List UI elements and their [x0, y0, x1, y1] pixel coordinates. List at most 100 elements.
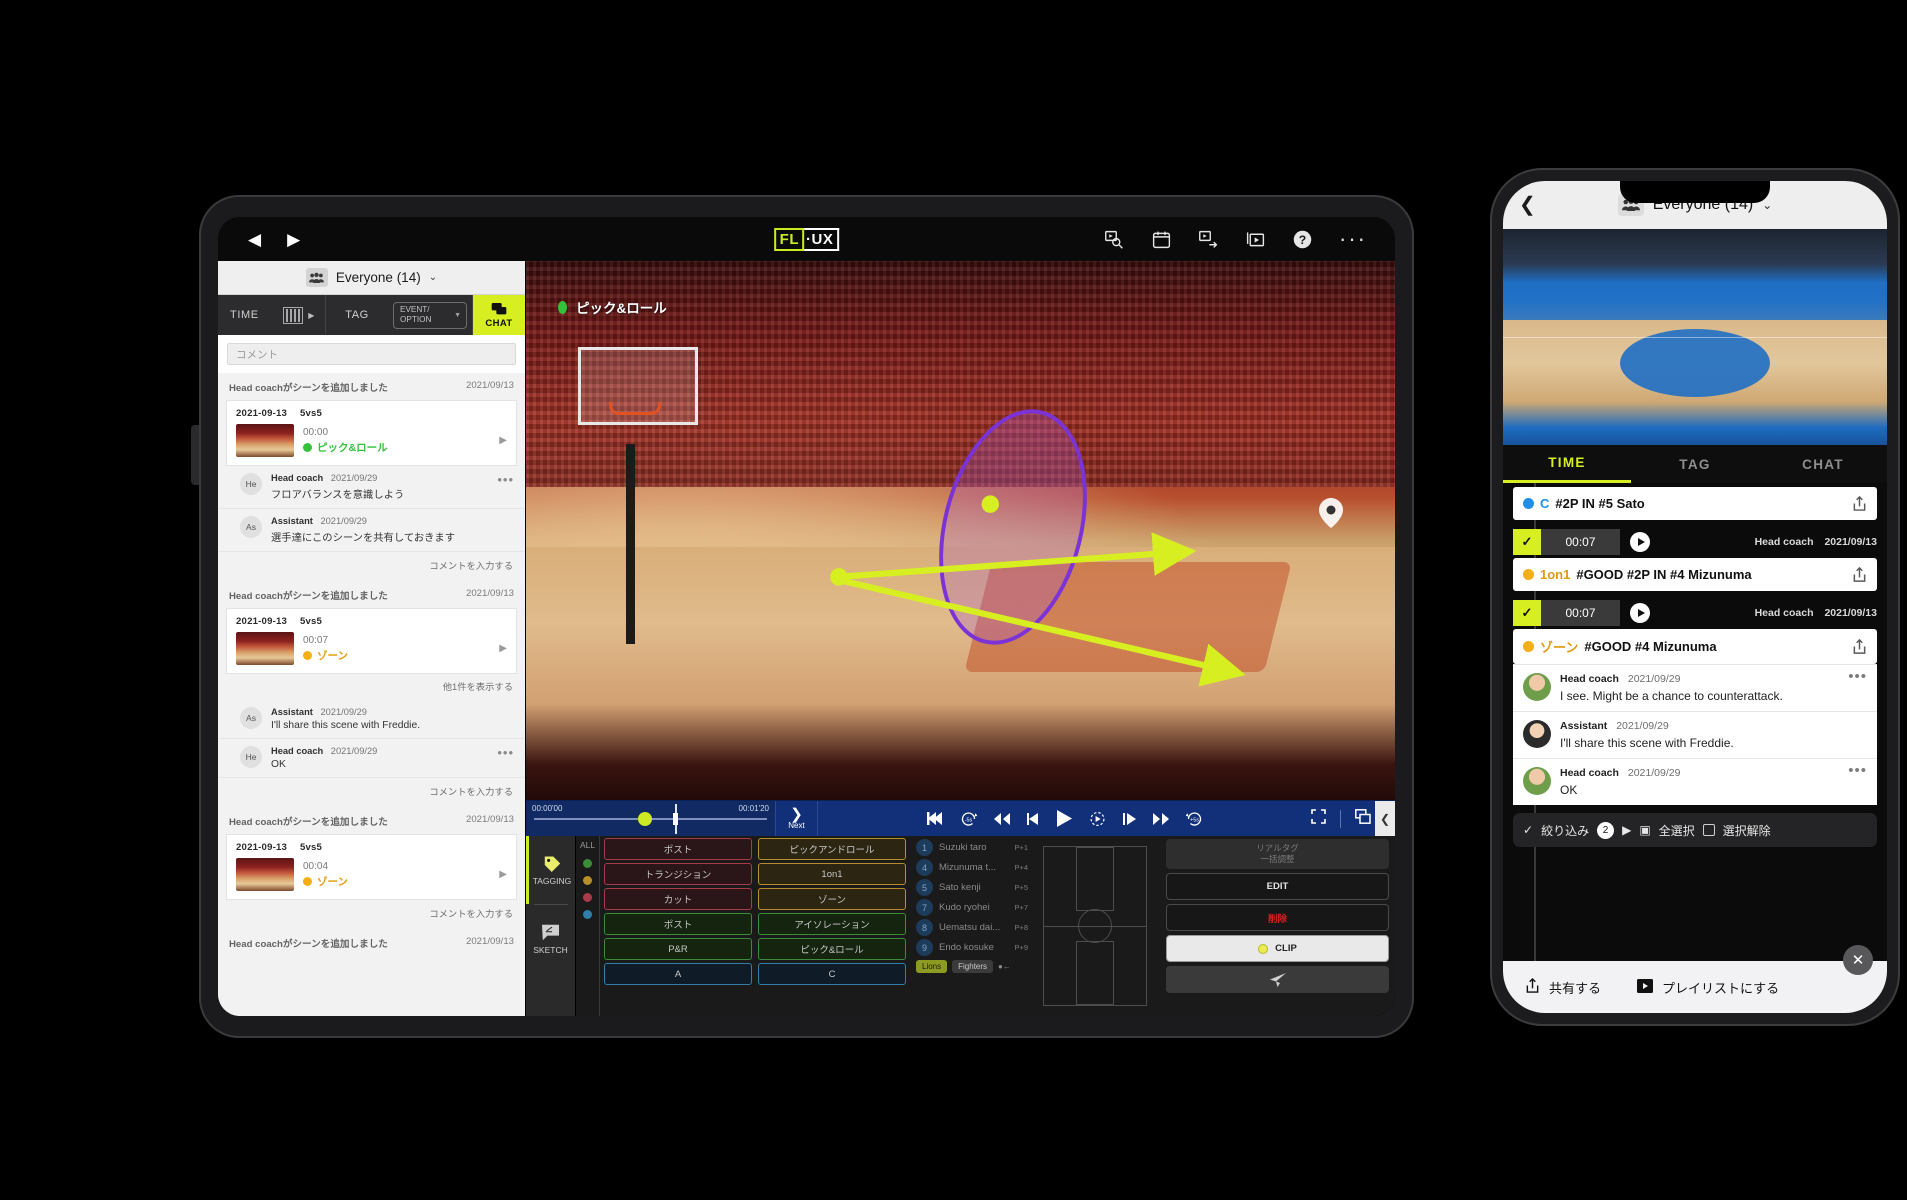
tab-chat[interactable]: CHAT — [473, 295, 525, 335]
video-export-icon[interactable] — [1198, 229, 1219, 250]
fullscreen-icon[interactable] — [1311, 808, 1326, 829]
more-icon[interactable]: ··· — [1339, 228, 1367, 250]
back-icon[interactable]: ❮ — [1519, 195, 1536, 215]
tag-button[interactable]: ポスト — [604, 838, 752, 860]
tag-button[interactable]: 1on1 — [758, 863, 906, 885]
add-comment-link[interactable]: コメントを入力する — [218, 778, 525, 807]
share-icon[interactable] — [1852, 638, 1867, 655]
timeline-card[interactable]: 1on1 #GOOD #2P IN #4 Mizunuma — [1513, 558, 1877, 591]
show-more-link[interactable]: 他1件を表示する — [218, 674, 525, 700]
add-comment-link[interactable]: コメントを入力する — [218, 900, 525, 929]
video-player[interactable]: ピック&ロール — [526, 261, 1395, 800]
player-row[interactable]: 5 Sato kenji P+5 — [916, 879, 1028, 896]
team-chip-home[interactable]: Lions — [916, 960, 948, 973]
realtag-bulk-button[interactable]: リアルタグ 一括調整 — [1166, 839, 1389, 869]
comment-more-icon[interactable]: ••• — [1848, 763, 1867, 797]
tag-button[interactable]: ピック&ロール — [758, 938, 906, 960]
fast-forward-button[interactable] — [1152, 812, 1169, 825]
timeline-card[interactable]: ゾーン #GOOD #4 Mizunuma — [1513, 629, 1877, 664]
scene-card[interactable]: 2021-09-13 5vs5 00:07 ゾーン ▶ — [226, 608, 517, 674]
add-comment-link[interactable]: コメントを入力する — [218, 552, 525, 581]
tag-button[interactable]: ゾーン — [758, 888, 906, 910]
scene-thumbnail[interactable] — [236, 424, 294, 457]
play-button[interactable] — [1630, 603, 1650, 623]
chat-group-selector[interactable]: Everyone (14) ⌄ — [218, 261, 525, 295]
player-row[interactable]: 1 Suzuki taro P+1 — [916, 839, 1028, 856]
phone-video-player[interactable] — [1503, 229, 1887, 445]
share-icon[interactable] — [1852, 566, 1867, 583]
tag-button[interactable]: アイソレーション — [758, 913, 906, 935]
select-all-icon[interactable]: ▣ — [1639, 823, 1650, 837]
color-filter-blue[interactable] — [583, 910, 592, 919]
seek-knob[interactable] — [638, 812, 652, 826]
skip-start-button[interactable] — [926, 812, 943, 825]
sidebar-item-tagging[interactable]: TAGGING — [526, 836, 575, 904]
loop-button[interactable] — [1089, 811, 1106, 827]
scene-card[interactable]: 2021-09-13 5vs5 00:04 ゾーン ▶ — [226, 834, 517, 900]
back-button[interactable]: ◀ — [248, 231, 261, 248]
sidebar-item-sketch[interactable]: SKETCH — [526, 905, 575, 973]
collapse-panel-button[interactable]: ❮ — [1375, 801, 1395, 836]
play-icon[interactable]: ▶ — [499, 643, 507, 654]
tag-button[interactable]: トランジション — [604, 863, 752, 885]
scene-card[interactable]: 2021-09-13 5vs5 00:00 ピック&ロール ▶ — [226, 400, 517, 466]
playlist-filter-icon[interactable]: ▶ — [1622, 823, 1631, 837]
play-icon[interactable]: ▶ — [499, 435, 507, 446]
seek-bar[interactable]: 00:00'00 00:01'20 — [526, 801, 776, 836]
edit-button[interactable]: EDIT — [1166, 873, 1389, 900]
play-button[interactable] — [1630, 532, 1650, 552]
deselect-checkbox-icon[interactable] — [1702, 824, 1715, 836]
timeline-card[interactable]: C #2P IN #5 Sato — [1513, 487, 1877, 520]
scene-thumbnail[interactable] — [236, 858, 294, 891]
filter-check-icon[interactable]: ✓ — [1523, 823, 1533, 837]
play-icon[interactable]: ▶ — [499, 869, 507, 880]
tag-button[interactable]: ピックアンドロール — [758, 838, 906, 860]
tab-time[interactable]: TIME ▶ — [218, 295, 326, 335]
team-chip-away[interactable]: Fighters — [952, 960, 994, 973]
scene-thumbnail[interactable] — [236, 632, 294, 665]
clip-button[interactable]: CLIP — [1166, 935, 1389, 962]
court-diagram[interactable] — [1030, 836, 1160, 1016]
tag-button[interactable]: P&R — [604, 938, 752, 960]
help-icon[interactable]: ? — [1292, 229, 1313, 250]
calendar-icon[interactable] — [1151, 229, 1172, 250]
color-filter-green[interactable] — [583, 859, 592, 868]
tab-time[interactable]: TIME — [1503, 445, 1631, 483]
filter-label[interactable]: 絞り込み — [1541, 822, 1589, 839]
comment-input[interactable]: コメント — [227, 343, 516, 365]
frame-back-button[interactable] — [1026, 812, 1040, 825]
forward-5s-button[interactable]: +5s — [1185, 811, 1203, 827]
next-button[interactable]: ❯ Next — [776, 801, 818, 836]
comment-more-icon[interactable]: ••• — [497, 473, 514, 501]
select-checkbox[interactable]: ✓ — [1513, 529, 1541, 555]
play-button[interactable] — [1056, 810, 1072, 827]
location-pin-icon[interactable] — [1319, 498, 1343, 529]
share-icon[interactable] — [1852, 495, 1867, 512]
pip-icon[interactable] — [1355, 808, 1371, 829]
send-button[interactable] — [1166, 966, 1389, 993]
player-row[interactable]: 8 Uematsu dai... P+8 — [916, 919, 1028, 936]
comment-more-icon[interactable]: ••• — [1848, 669, 1867, 703]
tab-tag[interactable]: TAG — [1631, 445, 1759, 483]
select-all-label[interactable]: 全選択 — [1659, 822, 1695, 839]
color-filter-red[interactable] — [583, 893, 592, 902]
rewind-button[interactable] — [993, 812, 1010, 825]
player-row[interactable]: 9 Endo kosuke P+9 — [916, 939, 1028, 956]
video-library-icon[interactable] — [1245, 229, 1266, 250]
player-row[interactable]: 7 Kudo ryohei P+7 — [916, 899, 1028, 916]
tag-button[interactable]: C — [758, 963, 906, 985]
color-filter-all[interactable]: ALL — [580, 840, 595, 850]
frame-forward-button[interactable] — [1122, 812, 1136, 825]
tab-tag[interactable]: TAG — [326, 295, 388, 335]
share-action[interactable]: 共有する — [1525, 977, 1601, 997]
close-icon[interactable]: ✕ — [1843, 945, 1873, 975]
select-checkbox[interactable]: ✓ — [1513, 600, 1541, 626]
event-option-dropdown[interactable]: EVENT/ OPTION ▼ — [388, 295, 473, 335]
phone-timeline-list[interactable]: C #2P IN #5 Sato ✓ 00:07 Head coach 2021… — [1503, 483, 1887, 961]
tag-button[interactable]: ポスト — [604, 913, 752, 935]
tab-chat[interactable]: CHAT — [1759, 445, 1887, 483]
deselect-label[interactable]: 選択解除 — [1723, 822, 1771, 839]
swap-icon[interactable]: ●← — [998, 962, 1011, 971]
seek-handle[interactable] — [673, 813, 678, 825]
tag-button[interactable]: カット — [604, 888, 752, 910]
